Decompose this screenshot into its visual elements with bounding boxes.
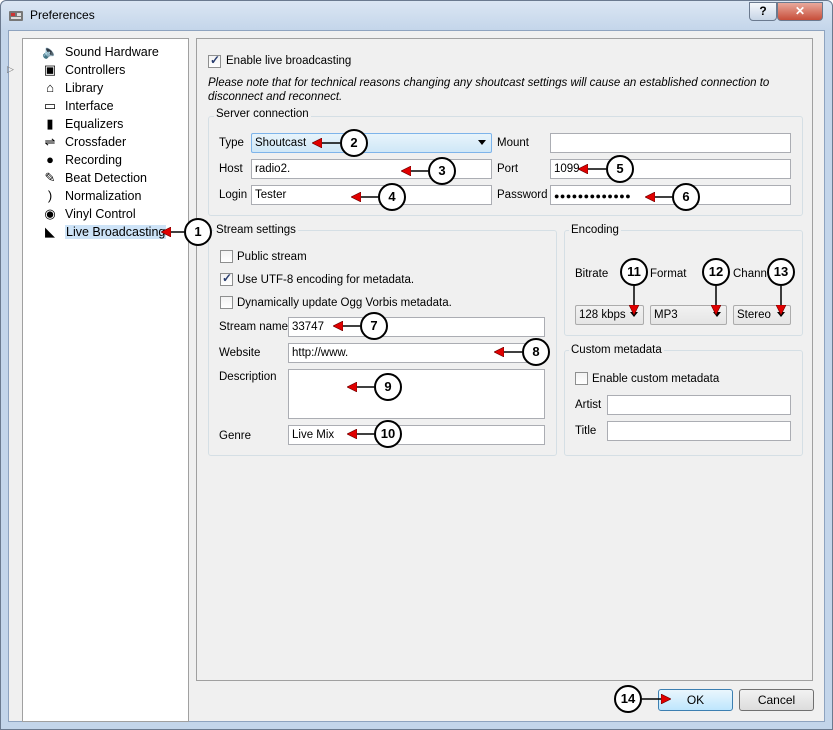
callout-3: 3 [428,157,456,185]
callout-7: 7 [360,312,388,340]
callout-12: 12 [702,258,730,286]
callout-2: 2 [340,129,368,157]
callout-1: 1 [184,218,212,246]
callout-11: 11 [620,258,648,286]
callout-8: 8 [522,338,550,366]
callout-5: 5 [606,155,634,183]
callout-6: 6 [672,183,700,211]
callout-4: 4 [378,183,406,211]
annotation-arrows [0,0,833,730]
callout-14: 14 [614,685,642,713]
callout-10: 10 [374,420,402,448]
callout-9: 9 [374,373,402,401]
callout-13: 13 [767,258,795,286]
